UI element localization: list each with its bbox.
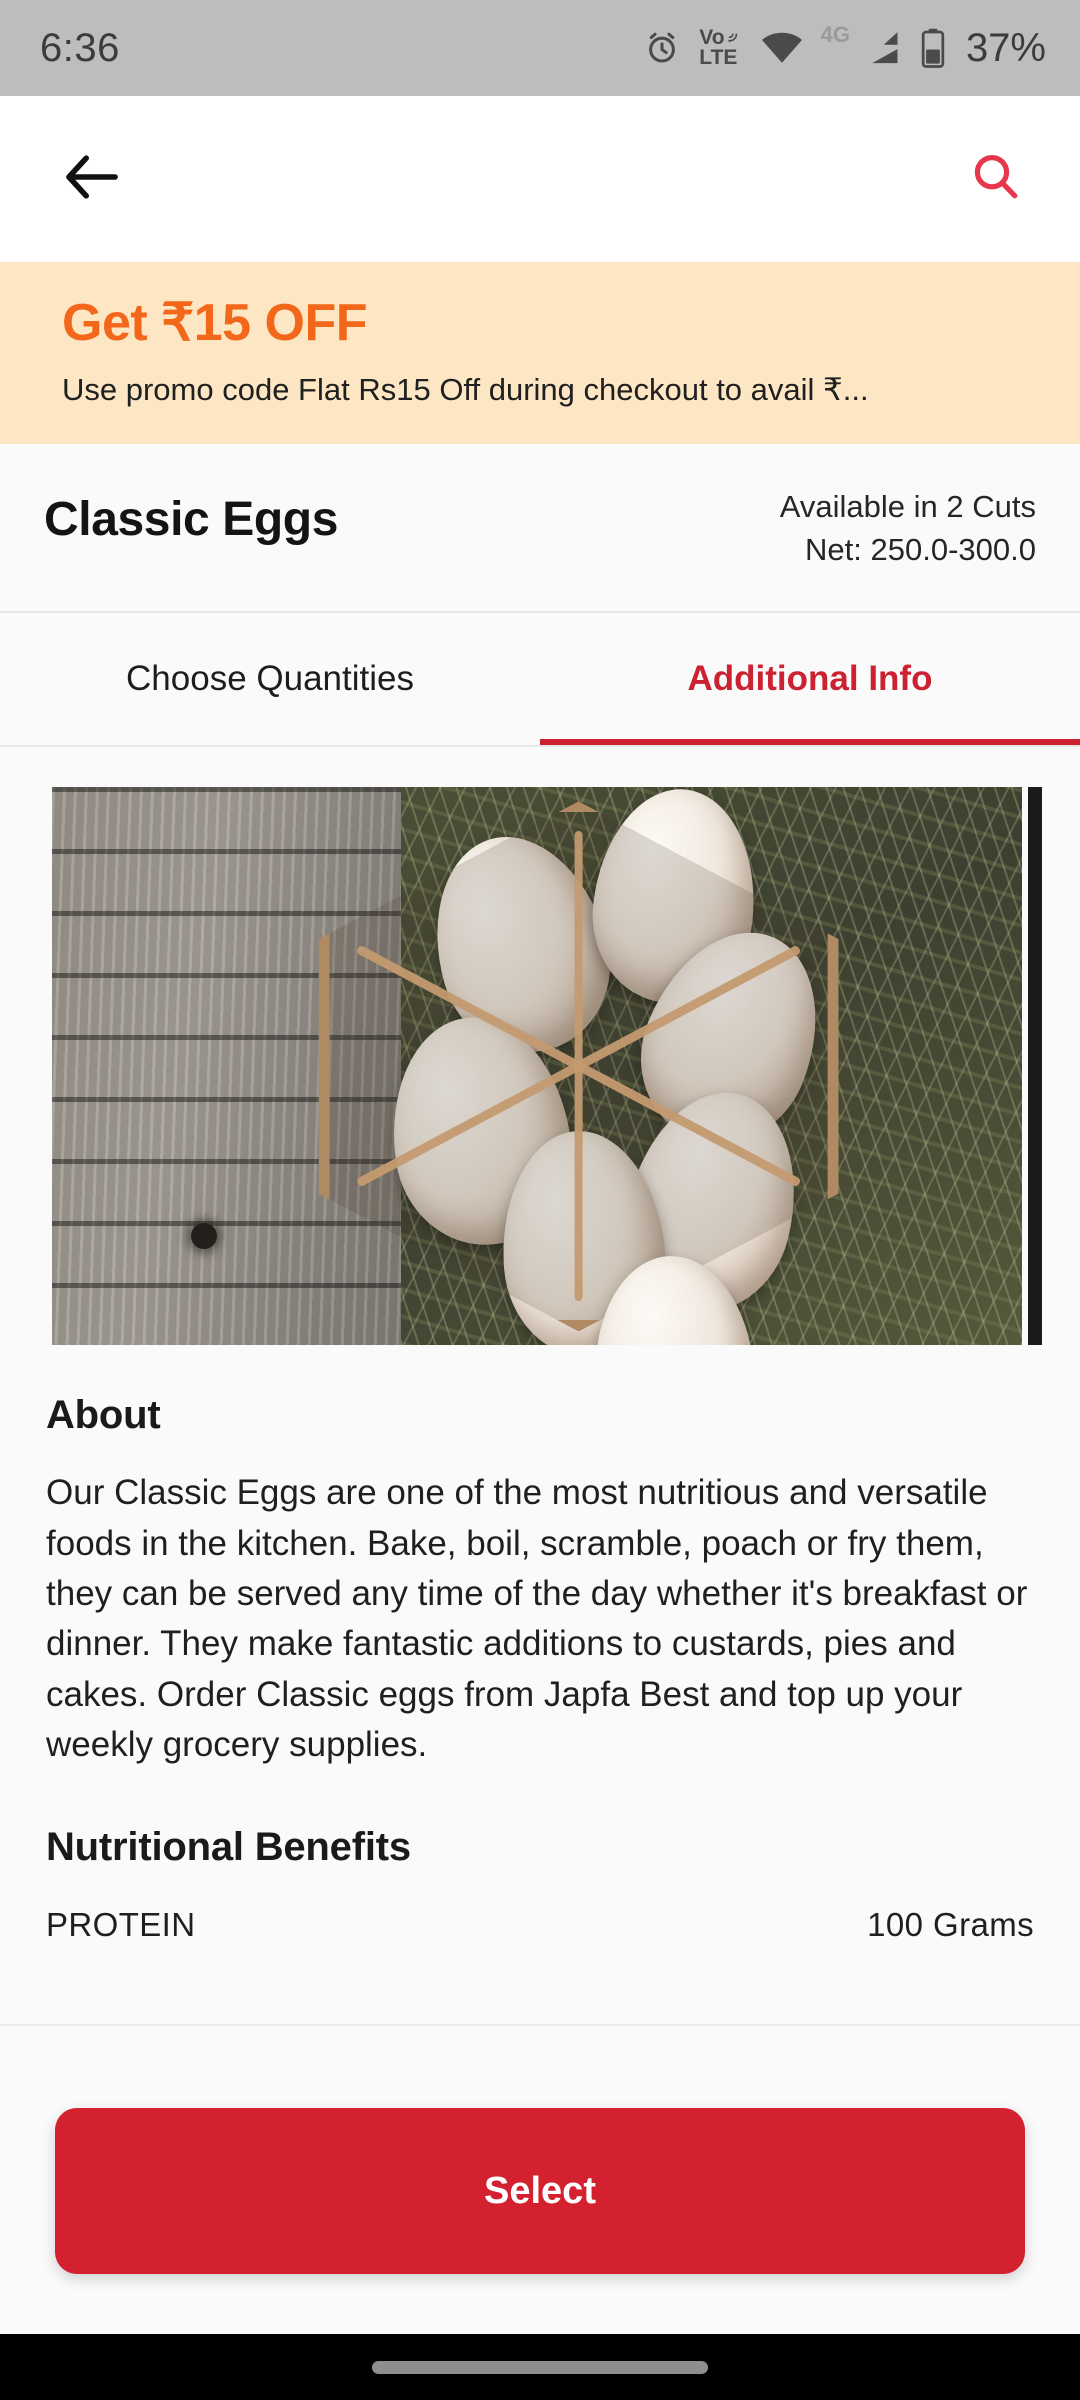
product-image-next-peek[interactable] <box>1028 787 1042 1346</box>
product-image-carousel[interactable] <box>0 747 1080 1346</box>
product-meta: Available in 2 Cuts Net: 250.0-300.0 <box>780 486 1036 572</box>
about-heading: About <box>46 1393 161 1438</box>
status-bar: 6:36 Vo LTE 4G 37% <box>0 0 1080 96</box>
network-type-label: 4G <box>820 21 850 47</box>
alarm-clock-icon <box>643 29 681 67</box>
volte-icon: Vo LTE <box>699 26 738 69</box>
product-title: Classic Eggs <box>44 492 339 546</box>
battery-percent-label: 37% <box>965 25 1046 70</box>
tab-bar: Choose Quantities Additional Info <box>0 613 1080 746</box>
nutrition-row: PROTEIN 100 Grams <box>46 1906 1034 1944</box>
app-screen: 6:36 Vo LTE 4G 37% Get ₹15 OFF Use promo… <box>0 0 1080 2400</box>
tab-choose-quantities[interactable]: Choose Quantities <box>0 613 540 745</box>
about-description: Our Classic Eggs are one of the most nut… <box>46 1473 1028 1765</box>
about-section: About Our Classic Eggs are one of the mo… <box>0 1393 1080 1943</box>
select-button[interactable]: Select <box>55 2108 1025 2274</box>
app-bar <box>0 96 1080 262</box>
product-availability: Available in 2 Cuts <box>779 488 1036 524</box>
photo-egg-basket <box>318 787 850 1346</box>
nutrition-heading: Nutritional Benefits <box>46 1824 411 1869</box>
nutrition-row-name: PROTEIN <box>46 1905 196 1943</box>
wifi-icon <box>761 32 803 64</box>
nutrition-row-value: 100 Grams <box>867 1905 1034 1943</box>
tab-choose-quantities-label: Choose Quantities <box>126 659 414 699</box>
back-button[interactable] <box>56 143 128 215</box>
additional-info-panel: About Our Classic Eggs are one of the mo… <box>0 747 1080 2024</box>
battery-icon <box>920 28 946 68</box>
gesture-home-pill[interactable] <box>372 2360 708 2374</box>
system-navigation-bar <box>0 2334 1080 2400</box>
product-image[interactable] <box>52 787 1022 1346</box>
tab-additional-info[interactable]: Additional Info <box>540 613 1080 746</box>
cellular-signal-icon <box>862 30 902 66</box>
bottom-action-bar: Select <box>0 2024 1080 2334</box>
promo-title: Get ₹15 OFF <box>62 294 367 352</box>
product-header: Classic Eggs Available in 2 Cuts Net: 25… <box>0 443 1080 612</box>
photo-basket-spoke <box>574 831 583 1302</box>
search-button[interactable] <box>960 143 1032 215</box>
status-bar-clock: 6:36 <box>40 25 120 70</box>
back-arrow-icon <box>63 152 121 207</box>
status-bar-icons: Vo LTE 4G 37% <box>643 22 1046 71</box>
search-icon <box>970 151 1022 208</box>
select-button-label: Select <box>484 2169 596 2212</box>
promo-subtitle: Use promo code Flat Rs15 Off during chec… <box>62 371 869 407</box>
product-net-weight: Net: 250.0-300.0 <box>805 531 1036 567</box>
tab-additional-info-label: Additional Info <box>687 659 933 699</box>
promo-banner[interactable]: Get ₹15 OFF Use promo code Flat Rs15 Off… <box>0 262 1080 444</box>
